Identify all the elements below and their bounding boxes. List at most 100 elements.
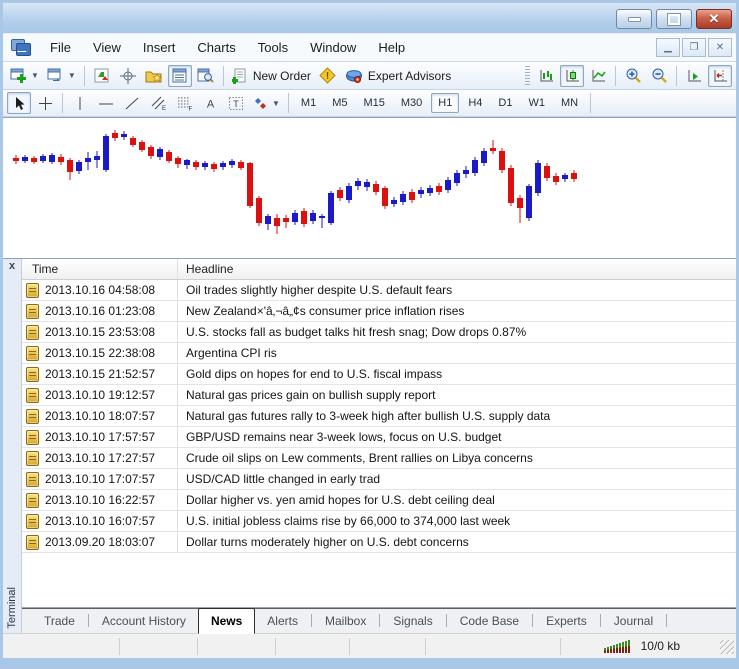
tab-experts[interactable]: Experts bbox=[534, 610, 599, 633]
news-row-time-cell: 2013.10.10 17:07:57 bbox=[22, 469, 178, 489]
zoom-out-button[interactable] bbox=[647, 65, 671, 87]
news-item-icon bbox=[26, 429, 39, 445]
text-tool-button[interactable]: A bbox=[198, 92, 222, 114]
equidistant-channel-tool-button[interactable]: E bbox=[146, 92, 170, 114]
menu-item-help[interactable]: Help bbox=[367, 36, 416, 59]
tab-mailbox[interactable]: Mailbox bbox=[313, 610, 378, 633]
timeframe-button-m1[interactable]: M1 bbox=[294, 93, 323, 113]
column-header-headline[interactable]: Headline bbox=[178, 262, 736, 276]
news-item-icon bbox=[26, 387, 39, 403]
child-minimize-button[interactable]: ▁ bbox=[656, 38, 680, 57]
signal-bar bbox=[612, 645, 615, 653]
news-table-row[interactable]: 2013.10.15 22:38:08 Argentina CPI ris bbox=[22, 343, 736, 364]
new-chart-button[interactable]: ▼ bbox=[7, 65, 42, 87]
menu-item-view[interactable]: View bbox=[82, 36, 132, 59]
child-close-button[interactable]: ✕ bbox=[708, 38, 732, 57]
tab-journal[interactable]: Journal bbox=[602, 610, 665, 633]
trendline-tool-button[interactable] bbox=[120, 92, 144, 114]
vertical-line-tool-button[interactable] bbox=[68, 92, 92, 114]
crosshair-mode-button[interactable] bbox=[116, 65, 140, 87]
terminal-close-button[interactable]: x bbox=[9, 261, 15, 272]
news-table-row[interactable]: 2013.10.16 04:58:08 Oil trades slightly h… bbox=[22, 280, 736, 301]
window-close-button[interactable]: ✕ bbox=[696, 9, 732, 29]
news-table-row[interactable]: 2013.10.10 19:12:57 Natural gas prices ga… bbox=[22, 385, 736, 406]
menu-bar: File View Insert Charts Tools Window Help ▁ ❐ … bbox=[3, 33, 736, 62]
news-row-headline: Dollar turns moderately higher on U.S. d… bbox=[186, 535, 469, 549]
news-table-row[interactable]: 2013.10.10 16:07:57 U.S. initial jobless … bbox=[22, 511, 736, 532]
news-row-headline: Dollar higher vs. yen amid hopes for U.S… bbox=[186, 493, 495, 507]
horizontal-line-tool-button[interactable] bbox=[94, 92, 118, 114]
menu-item-tools[interactable]: Tools bbox=[247, 36, 299, 59]
news-table-row[interactable]: 2013.10.15 21:52:57 Gold dips on hopes fo… bbox=[22, 364, 736, 385]
candlestick-chart[interactable] bbox=[3, 117, 736, 259]
tab-news[interactable]: News bbox=[197, 608, 256, 634]
news-table-row[interactable]: 2013.10.10 18:07:57 Natural gas futures r… bbox=[22, 406, 736, 427]
tab-trade[interactable]: Trade bbox=[32, 610, 87, 633]
timeframe-button-w1[interactable]: W1 bbox=[521, 93, 552, 113]
arrows-icon bbox=[255, 97, 266, 109]
new-order-button[interactable]: New Order bbox=[229, 65, 314, 87]
news-table-row[interactable]: 2013.10.10 17:07:57 USD/CAD little change… bbox=[22, 469, 736, 490]
news-table-row[interactable]: 2013.10.10 17:27:57 Crude oil slips on Le… bbox=[22, 448, 736, 469]
news-table-row[interactable]: 2013.10.15 23:53:08 U.S. stocks fall as b… bbox=[22, 322, 736, 343]
menu-item-file[interactable]: File bbox=[39, 36, 82, 59]
tick-chart-button[interactable] bbox=[90, 65, 114, 87]
app-icon[interactable] bbox=[11, 39, 31, 56]
tab-account-history[interactable]: Account History bbox=[90, 610, 198, 633]
news-item-icon bbox=[26, 492, 39, 508]
text-label-tool-button[interactable]: T bbox=[224, 92, 248, 114]
signal-bar bbox=[627, 640, 630, 653]
favorites-button[interactable] bbox=[142, 65, 166, 87]
menu-item-charts[interactable]: Charts bbox=[186, 36, 246, 59]
news-item-icon bbox=[26, 345, 39, 361]
news-row-time: 2013.10.10 16:22:57 bbox=[45, 493, 156, 507]
toolbar-drag-handle[interactable] bbox=[525, 65, 530, 86]
tab-alerts[interactable]: Alerts bbox=[255, 610, 310, 633]
menu-item-insert[interactable]: Insert bbox=[132, 36, 187, 59]
news-row-headline: Natural gas prices gain on bullish suppl… bbox=[186, 388, 436, 402]
timeframe-button-mn[interactable]: MN bbox=[554, 93, 585, 113]
news-table-row[interactable]: 2013.10.16 01:23:08 New Zealand×'â‚¬â„¢s … bbox=[22, 301, 736, 322]
toolbar-separator bbox=[287, 93, 289, 113]
expert-advisors-button[interactable]: Expert Advisors bbox=[342, 65, 454, 87]
timeframe-button-h4[interactable]: H4 bbox=[461, 93, 489, 113]
zoom-in-button[interactable] bbox=[621, 65, 645, 87]
news-table-row[interactable]: 2013.09.20 18:03:07 Dollar turns moderate… bbox=[22, 532, 736, 553]
mt4-window: ✕ File View Insert Charts Tools Window Help ▁ … bbox=[0, 0, 739, 669]
news-row-headline: GBP/USD remains near 3-week lows, focus … bbox=[186, 430, 502, 444]
arrows-tool-button[interactable]: ▼ bbox=[250, 92, 283, 114]
window-minimize-button[interactable] bbox=[616, 9, 652, 29]
menu-item-window[interactable]: Window bbox=[299, 36, 367, 59]
timeframe-button-m15[interactable]: M15 bbox=[356, 93, 391, 113]
resize-grip-icon[interactable] bbox=[720, 640, 734, 654]
column-header-time[interactable]: Time bbox=[22, 259, 178, 279]
navigator-toggle-button[interactable] bbox=[194, 65, 218, 87]
favorites-folder-icon bbox=[145, 71, 162, 82]
cursor-tool-button[interactable] bbox=[7, 92, 31, 114]
tab-code-base[interactable]: Code Base bbox=[448, 610, 531, 633]
status-bar: 10/0 kb bbox=[3, 633, 736, 658]
candlestick-chart-button[interactable] bbox=[560, 64, 584, 87]
market-watch-toggle-button[interactable] bbox=[167, 64, 192, 87]
standard-toolbar: ▼ ▼ New Order ! Expert Advisors bbox=[3, 62, 736, 90]
window-maximize-button[interactable] bbox=[656, 9, 692, 29]
timeframe-button-d1[interactable]: D1 bbox=[491, 93, 519, 113]
profiles-button[interactable]: ▼ bbox=[44, 65, 79, 87]
child-restore-button[interactable]: ❐ bbox=[682, 38, 706, 57]
auto-scroll-button[interactable] bbox=[682, 65, 706, 87]
timeframe-button-m5[interactable]: M5 bbox=[325, 93, 354, 113]
bar-chart-button[interactable] bbox=[534, 65, 558, 87]
metaquotes-alert-button[interactable]: ! bbox=[316, 65, 340, 87]
crosshair-tool-button[interactable] bbox=[33, 92, 57, 114]
timeframe-button-h1[interactable]: H1 bbox=[431, 93, 460, 113]
chart-shift-button[interactable] bbox=[708, 64, 732, 87]
chart-shift-icon bbox=[714, 69, 727, 81]
news-table-row[interactable]: 2013.10.10 17:57:57 GBP/USD remains near … bbox=[22, 427, 736, 448]
text-label-icon: T bbox=[229, 96, 243, 110]
news-row-time: 2013.10.16 01:23:08 bbox=[45, 304, 156, 318]
line-chart-button[interactable] bbox=[586, 65, 610, 87]
fibonacci-tool-button[interactable]: F bbox=[172, 92, 196, 114]
tab-signals[interactable]: Signals bbox=[381, 610, 444, 633]
timeframe-button-m30[interactable]: M30 bbox=[394, 93, 429, 113]
news-table-row[interactable]: 2013.10.10 16:22:57 Dollar higher vs. yen… bbox=[22, 490, 736, 511]
